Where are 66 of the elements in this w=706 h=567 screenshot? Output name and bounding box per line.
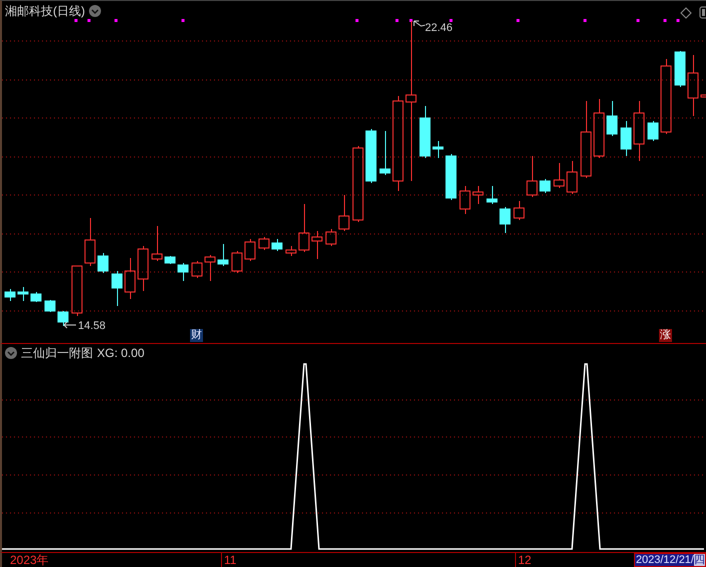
candlestick (204, 254, 216, 282)
candlestick (634, 100, 644, 162)
candlestick (432, 140, 444, 158)
candlestick (232, 250, 242, 274)
candlestick (554, 162, 564, 188)
axis-label: 12 (518, 553, 532, 567)
candlestick (192, 260, 202, 278)
candlestick (58, 310, 68, 326)
candlestick (312, 230, 322, 260)
candlestick (152, 226, 162, 262)
indicator-value: XG: 0.00 (97, 346, 144, 360)
candlestick (674, 50, 686, 88)
candlestick (648, 120, 658, 142)
candlestick (18, 286, 28, 302)
candlestick (366, 128, 376, 184)
candlestick (164, 256, 176, 264)
axis-label: 11 (224, 553, 236, 567)
current-date: 2023/12/21/ (636, 554, 694, 566)
candlestick (72, 266, 82, 316)
candlestick (380, 130, 390, 176)
candlestick (620, 120, 632, 156)
candlestick (112, 270, 122, 306)
candlestick (446, 154, 456, 200)
candlestick (420, 106, 430, 158)
candlestick (4, 288, 16, 302)
candlestick (594, 98, 604, 158)
candlestick (688, 54, 698, 116)
candlestick (44, 300, 56, 312)
candlestick (326, 228, 336, 246)
candlestick (298, 204, 310, 252)
candlestick (218, 244, 228, 266)
candlestick (540, 178, 550, 194)
indicator-title: 三仙归一附图 (21, 346, 93, 360)
candlestick (138, 246, 148, 292)
candlestick (178, 262, 188, 282)
candlestick (472, 186, 484, 204)
axis-label: 2023年 (10, 553, 49, 567)
weekday-label: 四 (694, 554, 705, 566)
candlestick (124, 258, 136, 300)
candlestick (338, 194, 350, 232)
candlestick (244, 238, 256, 262)
pointer-arrow-icon (63, 321, 77, 329)
dropdown-icon[interactable] (89, 5, 101, 17)
candlestick (30, 292, 42, 302)
chart-marker-badge[interactable]: 财 (190, 329, 203, 342)
candlestick (258, 236, 270, 250)
stock-title: 湘邮科技(日线) (5, 4, 85, 18)
candlestick (526, 156, 538, 198)
candlestick (98, 252, 108, 274)
candlestick (286, 246, 296, 256)
candlestick (606, 100, 618, 136)
dropdown-icon[interactable] (5, 347, 17, 359)
low-price-label: 14.58 (78, 319, 106, 333)
candlestick (566, 160, 578, 194)
candlestick (500, 206, 510, 234)
candlestick (486, 186, 498, 204)
panel-toggle-icon[interactable] (699, 6, 706, 19)
candlestick (514, 200, 524, 220)
diamond-icon[interactable] (680, 7, 692, 19)
candlestick (700, 94, 706, 98)
candlestick (84, 218, 96, 266)
candlestick (272, 238, 282, 252)
pointer-arrow-icon (413, 20, 425, 28)
high-price-label: 22.46 (425, 21, 453, 35)
candlestick (460, 186, 470, 214)
chart-marker-badge[interactable]: 涨 (659, 329, 672, 342)
